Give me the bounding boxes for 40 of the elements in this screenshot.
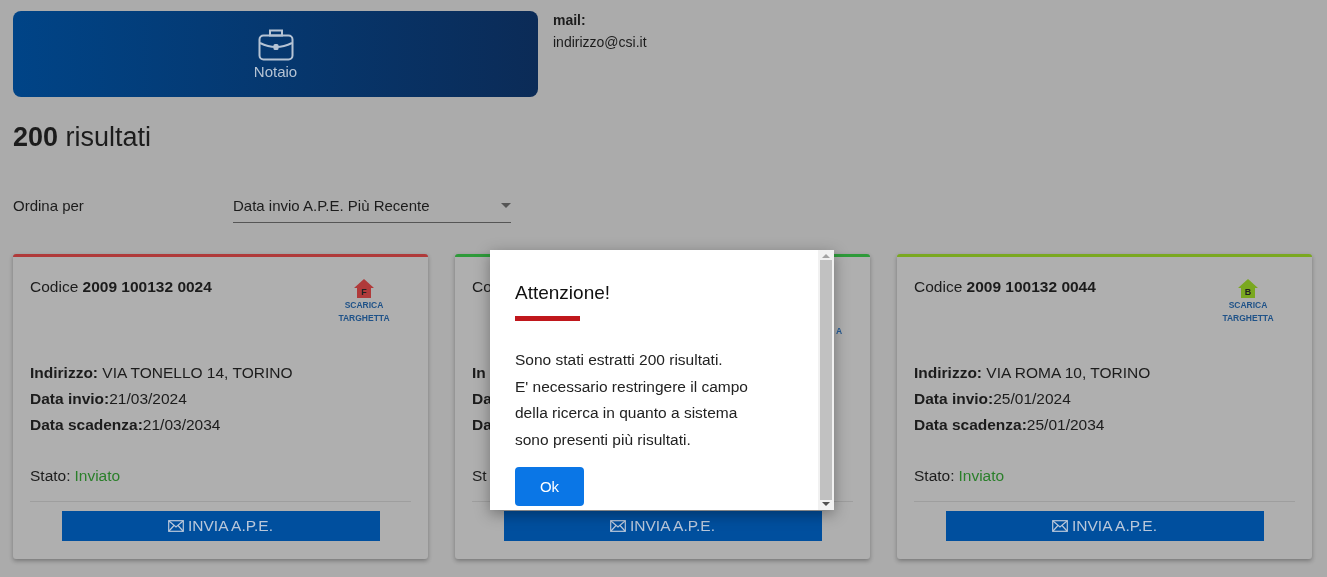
code-text: Codice 2009 100132 0024 — [30, 278, 212, 297]
sort-label: Ordina per — [13, 197, 85, 216]
dialog-message: Sono stati estratti 200 risultati. E' necessario restringere il campo della ricerca in quanto a sistema sono presenti più risultati. — [515, 350, 749, 450]
code-text: Codice 2009 100132 0044 — [914, 278, 1096, 297]
scrollbar[interactable] — [818, 250, 834, 510]
detail-text: Indirizzo: VIA ROMA 10, TORINO — [914, 363, 1151, 382]
download-label-link[interactable]: SCARICA TARGHETTA — [1215, 299, 1281, 325]
results-count: 200 risultati — [13, 122, 153, 153]
status-label: Stato: — [914, 467, 955, 485]
status-value: Inviato — [958, 467, 1005, 485]
detail-text: Indirizzo: VIA TONELLO 14, TORINO — [30, 363, 293, 382]
ok-button[interactable]: Ok — [515, 467, 584, 506]
detail-text: Data scadenza:21/03/2034 — [30, 415, 221, 434]
detail-text: Data invio:21/03/2024 — [30, 389, 187, 408]
sort-dropdown[interactable]: Data invio A.P.E. Più Recente — [233, 197, 511, 223]
envelope-icon — [1052, 520, 1068, 532]
caret-icon — [501, 203, 511, 208]
detail-text: In — [472, 363, 486, 382]
status-label: St — [472, 467, 487, 485]
role-banner[interactable]: Notaio — [13, 11, 538, 97]
send-button[interactable]: INVIA A.P.E. — [945, 511, 1264, 541]
status-value: Inviato — [74, 467, 121, 485]
status-label: Stato: — [30, 467, 71, 485]
detail-text: Data invio:25/01/2024 — [914, 389, 1071, 408]
scroll-up-arrow-icon[interactable] — [822, 254, 830, 258]
house-icon[interactable]: B — [1237, 278, 1259, 299]
send-button[interactable]: INVIA A.P.E. — [503, 511, 822, 541]
envelope-icon — [168, 520, 184, 532]
detail-text: Data scadenza:25/01/2034 — [914, 415, 1105, 434]
role-label: Notaio — [253, 62, 298, 80]
house-icon[interactable]: F — [353, 278, 375, 299]
dialog-title: Attenzione! — [515, 282, 612, 304]
download-label-link[interactable]: SCARICA TARGHETTA — [331, 299, 397, 325]
scroll-down-arrow-icon[interactable] — [822, 502, 830, 506]
briefcase-icon — [257, 28, 294, 61]
mail-address: indirizzo@csi.it — [553, 34, 647, 50]
envelope-icon — [610, 520, 626, 532]
send-button[interactable]: INVIA A.P.E. — [61, 511, 380, 541]
download-label-link[interactable]: A — [836, 326, 843, 336]
mail-label: mail: — [553, 12, 587, 28]
